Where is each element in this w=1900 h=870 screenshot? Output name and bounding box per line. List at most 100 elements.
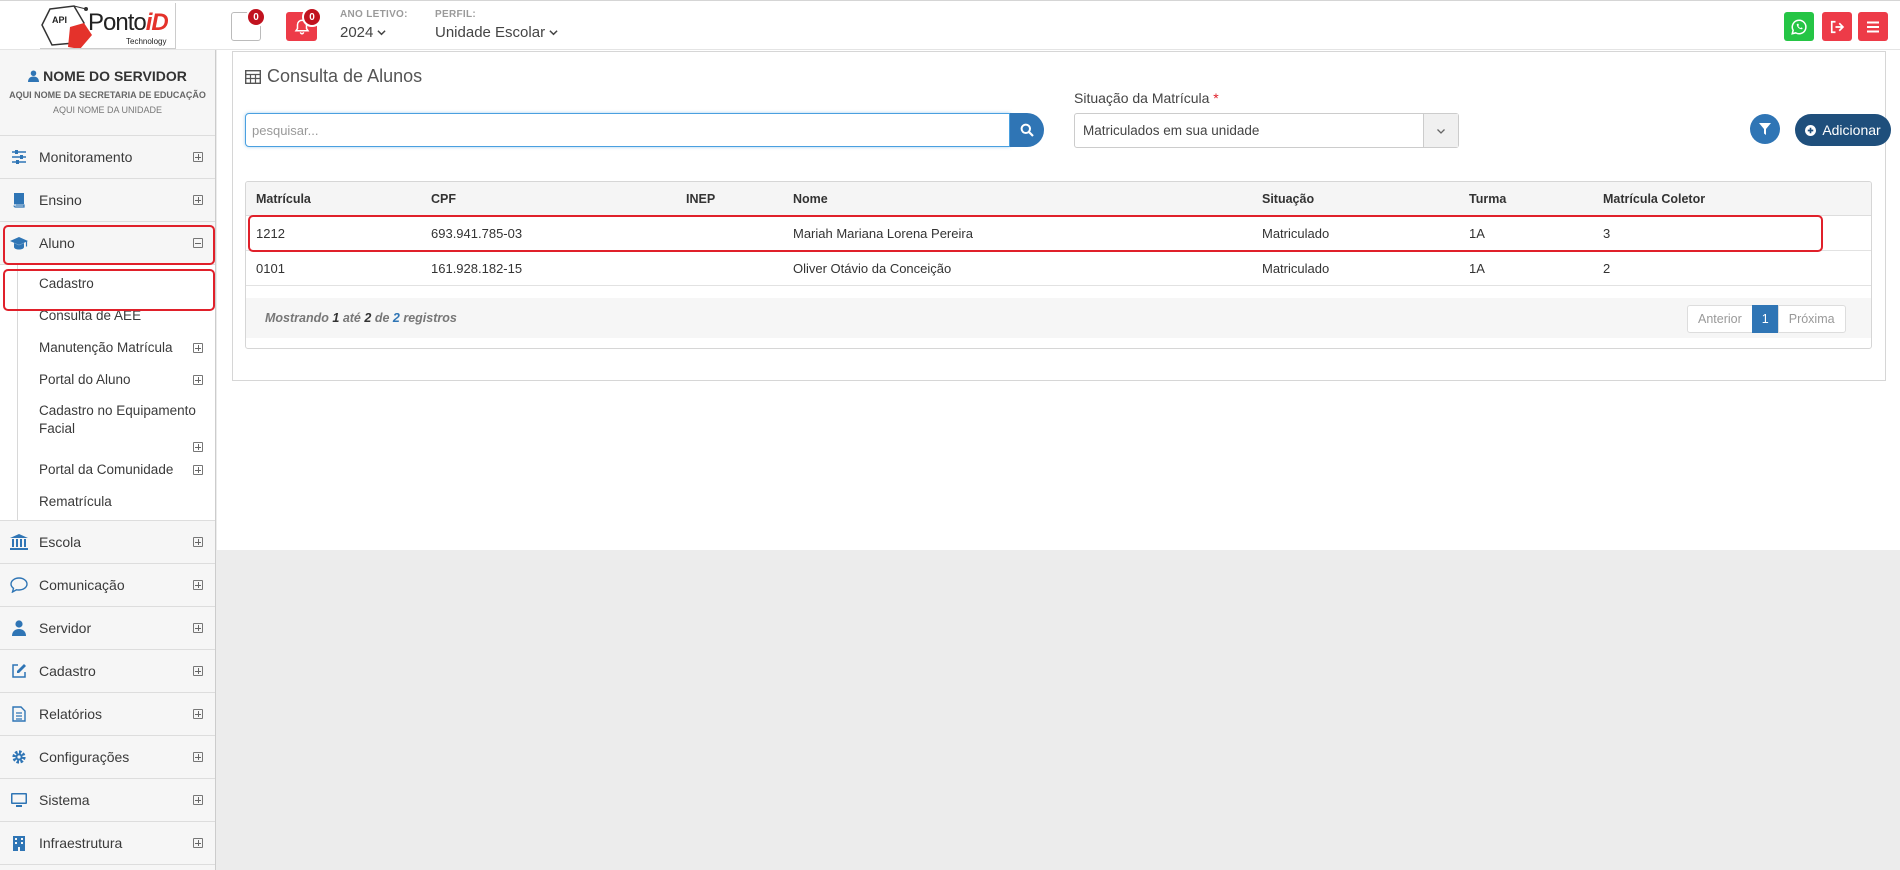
notifications-badge: 0: [302, 7, 322, 27]
records-mid: até: [342, 311, 361, 325]
expand-icon: [193, 709, 203, 719]
year-selector[interactable]: ANO LETIVO: 2024: [340, 9, 408, 41]
submenu-item-manutencao-matricula[interactable]: Manutenção Matrícula: [0, 332, 215, 364]
plus-circle-icon: [1805, 124, 1817, 136]
sidebar-item-label: Monitoramento: [39, 149, 133, 165]
records-to: 2: [364, 311, 372, 325]
secretaria-name: AQUI NOME DA SECRETARIA DE EDUCAÇÃO: [9, 90, 206, 100]
sidebar-item-relatorios[interactable]: Relatórios: [0, 693, 215, 736]
submenu-item-label: Manutenção Matrícula: [39, 340, 173, 355]
col-cpf[interactable]: CPF: [431, 192, 456, 206]
profile-selector[interactable]: PERFIL: Unidade Escolar: [435, 9, 558, 41]
col-inep[interactable]: INEP: [686, 192, 715, 206]
col-nome[interactable]: Nome: [793, 192, 828, 206]
monitor-icon: [11, 793, 27, 807]
submenu-item-portal-comunidade[interactable]: Portal da Comunidade: [0, 454, 215, 486]
pagination-page-1[interactable]: 1: [1751, 305, 1779, 333]
pagination: Anterior 1 Próxima: [1687, 305, 1846, 333]
sidebar-item-label: Escola: [39, 534, 82, 550]
col-turma[interactable]: Turma: [1469, 192, 1506, 206]
students-table: Matrícula CPF INEP Nome Situação Turma M…: [245, 181, 1872, 349]
submenu-item-cadastro[interactable]: Cadastro: [0, 268, 215, 300]
logo-tagline: Technology: [126, 37, 167, 46]
sidebar-item-configuracoes[interactable]: Configurações: [0, 736, 215, 779]
pagination-next[interactable]: Próxima: [1777, 305, 1846, 333]
col-situacao[interactable]: Situação: [1262, 192, 1314, 206]
situacao-label-text: Situação da Matrícula: [1074, 90, 1210, 106]
submenu-item-rematricula[interactable]: Rematrícula: [0, 486, 215, 514]
logo-api-text: API: [52, 15, 68, 25]
submenu-item-consulta-aee[interactable]: Consulta de AEE: [0, 300, 215, 332]
col-matricula[interactable]: Matrícula: [256, 192, 311, 206]
messages-badge: 0: [246, 7, 266, 27]
records-suffix: registros: [403, 311, 457, 325]
records-of: de: [374, 311, 390, 325]
cell-turma: 1A: [1469, 226, 1485, 241]
sidebar-item-ensino[interactable]: Ensino: [0, 179, 215, 222]
search-input[interactable]: [245, 113, 1010, 147]
submenu-item-label: Cadastro: [39, 276, 94, 291]
server-name: NOME DO SERVIDOR: [0, 68, 215, 84]
expand-icon: [193, 195, 203, 205]
expand-icon: [193, 537, 203, 547]
submenu-item-cadastro-equipamento-facial[interactable]: Cadastro no Equipamento Facial: [0, 396, 215, 454]
sidebar-item-sistema[interactable]: Sistema: [0, 779, 215, 822]
logo[interactable]: API PontoiD Technology: [40, 3, 176, 49]
select-toggle[interactable]: [1423, 114, 1458, 147]
sidebar-item-label: Servidor: [39, 620, 92, 636]
sidebar-item-aluno[interactable]: Aluno: [0, 222, 215, 265]
expand-icon: [193, 152, 203, 162]
server-info: NOME DO SERVIDOR AQUI NOME DA SECRETARIA…: [0, 50, 215, 136]
sidebar-item-cadastro[interactable]: Cadastro: [0, 650, 215, 693]
add-button[interactable]: Adicionar: [1795, 114, 1891, 146]
filter-button[interactable]: [1750, 114, 1780, 144]
sidebar-item-monitoramento[interactable]: Monitoramento: [0, 136, 215, 179]
profile-label: PERFIL:: [435, 9, 476, 20]
sliders-icon: [12, 150, 26, 164]
sidebar-item-servidor[interactable]: Servidor: [0, 607, 215, 650]
sidebar-item-infraestrutura[interactable]: Infraestrutura: [0, 822, 215, 865]
required-mark: *: [1213, 90, 1219, 106]
logo-brand-id: iD: [145, 9, 169, 36]
search-icon: [1020, 123, 1034, 137]
page-title: Consulta de Alunos: [245, 66, 422, 87]
sidebar-item-label: Relatórios: [39, 706, 103, 722]
top-bar: API PontoiD Technology 0 0 ANO LETIVO: 2…: [0, 0, 1900, 50]
year-label: ANO LETIVO:: [340, 9, 408, 20]
submenu-item-label: Cadastro no Equipamento Facial: [39, 403, 196, 436]
table-header: Matrícula CPF INEP Nome Situação Turma M…: [246, 182, 1871, 216]
sidebar-item-escola[interactable]: Escola: [0, 521, 215, 564]
submenu-item-label: Portal do Aluno: [39, 372, 131, 387]
table-footer: Mostrando 1 até 2 de 2 registros Anterio…: [246, 298, 1871, 338]
expand-icon: [193, 442, 203, 452]
sidebar-item-comunicacao[interactable]: Comunicação: [0, 564, 215, 607]
search-group: [245, 113, 1044, 147]
logout-button[interactable]: [1822, 12, 1852, 41]
logo-brand-main: Ponto: [88, 9, 147, 36]
sidebar-item-label: Comunicação: [39, 577, 125, 593]
expand-icon: [193, 343, 203, 353]
gear-icon: [12, 750, 26, 764]
cell-cpf: 161.928.182-15: [431, 261, 523, 276]
menu-button[interactable]: [1858, 12, 1888, 41]
user-icon: [28, 70, 40, 82]
unidade-name: AQUI NOME DA UNIDADE: [52, 105, 162, 115]
whatsapp-icon: [1791, 18, 1807, 35]
table-row[interactable]: 1212 693.941.785-03 Mariah Mariana Loren…: [246, 216, 1871, 251]
submenu-item-portal-aluno[interactable]: Portal do Aluno: [0, 364, 215, 396]
situacao-select[interactable]: Matriculados em sua unidade: [1074, 113, 1459, 148]
expand-icon: [193, 375, 203, 385]
book-icon: [13, 193, 25, 208]
edit-icon: [12, 664, 26, 678]
search-button[interactable]: [1010, 113, 1044, 147]
table-row[interactable]: 0101 161.928.182-15 Oliver Otávio da Con…: [246, 251, 1871, 286]
whatsapp-button[interactable]: [1784, 12, 1814, 41]
logo-area: API PontoiD Technology: [0, 1, 216, 51]
sign-out-icon: [1830, 20, 1845, 33]
col-matricula-coletor[interactable]: Matrícula Coletor: [1603, 192, 1705, 206]
speech-bubble-icon: [10, 577, 28, 593]
pagination-prev[interactable]: Anterior: [1687, 305, 1753, 333]
sidebar-item-label: Infraestrutura: [39, 835, 123, 851]
building-icon: [13, 836, 25, 851]
sidebar-item-label: Configurações: [39, 749, 130, 765]
